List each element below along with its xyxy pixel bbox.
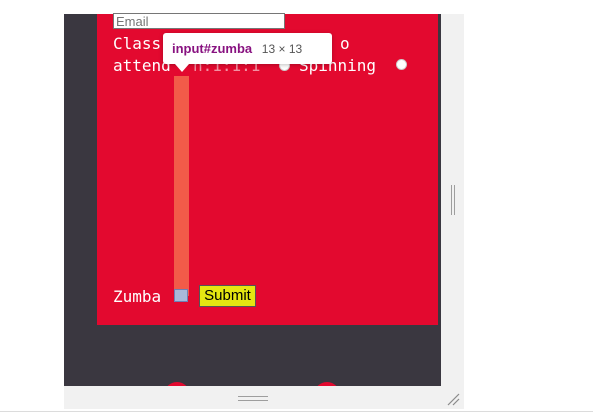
submit-button[interactable]: Submit xyxy=(199,285,256,307)
tooltip-size: 13 × 13 xyxy=(261,42,303,56)
element-highlight-overlay xyxy=(174,76,189,296)
inspector-tooltip: input#zumba 13 × 13 xyxy=(163,33,332,64)
tooltip-selector: input#zumba xyxy=(172,41,253,56)
email-field[interactable] xyxy=(113,13,285,29)
horizontal-resize-handle[interactable] xyxy=(238,396,268,401)
classes-label-line1-tail: o xyxy=(340,34,350,53)
corner-resize-icon[interactable] xyxy=(446,392,460,406)
zumba-checkbox[interactable] xyxy=(174,289,188,302)
vertical-resize-handle[interactable] xyxy=(451,185,455,215)
zumba-label: Zumba xyxy=(113,287,162,306)
classes-label-line1: Class xyxy=(113,34,162,53)
spinning-radio[interactable] xyxy=(396,59,407,70)
tooltip-arrow xyxy=(175,64,189,72)
divider xyxy=(0,411,593,412)
